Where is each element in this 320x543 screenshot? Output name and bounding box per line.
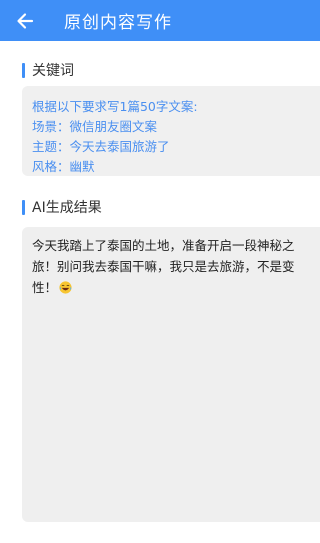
keyword-line-topic: 主题：今天去泰国旅游了 xyxy=(32,139,170,154)
result-box[interactable]: 今天我踏上了泰国的土地，准备开启一段神秘之旅！别问我去泰国干嘛，我只是去旅游，不… xyxy=(22,227,320,522)
laughing-emoji-icon xyxy=(59,281,72,294)
keywords-box[interactable]: 根据以下要求写1篇50字文案: 场景：微信朋友圈文案 主题：今天去泰国旅游了 风… xyxy=(22,86,320,176)
result-text-container: 今天我踏上了泰国的土地，准备开启一段神秘之旅！别问我去泰国干嘛，我只是去旅游，不… xyxy=(32,235,317,298)
result-section-header: AI生成结果 xyxy=(22,199,102,216)
app-header: 原创内容写作 xyxy=(0,0,320,41)
keyword-line-style: 风格：幽默 xyxy=(32,159,95,174)
keywords-label: 关键词 xyxy=(32,63,74,79)
keyword-line-instruction: 根据以下要求写1篇50字文案: xyxy=(32,99,198,114)
keyword-line-scene: 场景：微信朋友圈文案 xyxy=(32,119,158,134)
section-accent-bar xyxy=(22,62,25,78)
page-title: 原创内容写作 xyxy=(64,13,172,33)
section-accent-bar xyxy=(22,199,25,215)
back-arrow-icon xyxy=(17,12,34,29)
result-label: AI生成结果 xyxy=(32,200,102,216)
back-button[interactable] xyxy=(0,0,50,41)
keywords-section-header: 关键词 xyxy=(22,62,74,79)
